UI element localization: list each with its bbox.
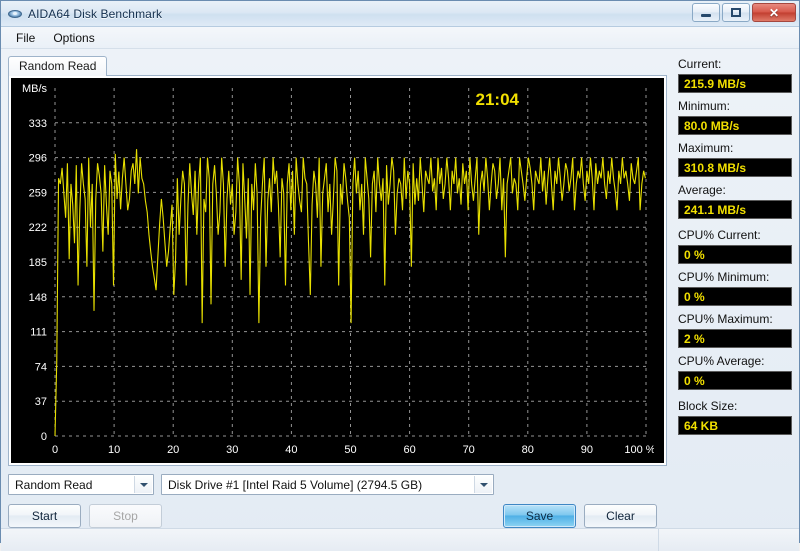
client-area: Random Read MB/s 0 37 74 111 148 185 222 259 296 3…: [1, 49, 799, 528]
chart-frame: MB/s 0 37 74 111 148 185 222 259 296 333 0 10 20 30 40 5…: [8, 76, 667, 466]
minimize-icon: [701, 14, 711, 17]
benchmark-mode-value: Random Read: [15, 477, 93, 492]
statistics-panel: Current: 215.9 MB/s Minimum: 80.0 MB/s M…: [667, 55, 792, 528]
tab-strip-filler: [107, 56, 667, 76]
close-icon: ✕: [768, 5, 780, 20]
svg-text:333: 333: [29, 118, 47, 130]
stat-value: 310.8 MB/s: [678, 158, 792, 177]
svg-text:222: 222: [29, 222, 47, 234]
maximize-icon: [731, 8, 741, 17]
svg-text:70: 70: [463, 444, 475, 456]
stat-label: Average:: [678, 183, 726, 197]
benchmark-chart: MB/s 0 37 74 111 148 185 222 259 296 333 0 10 20 30 40 5…: [11, 78, 664, 463]
svg-text:80: 80: [522, 444, 534, 456]
svg-text:111: 111: [30, 327, 47, 339]
stat-label: CPU% Average:: [678, 354, 765, 368]
svg-text:10: 10: [108, 444, 120, 456]
tab-random-read[interactable]: Random Read: [8, 56, 108, 76]
svg-text:185: 185: [29, 257, 47, 269]
stat-maximum: Maximum: 310.8 MB/s: [678, 139, 792, 177]
chart-column: Random Read MB/s 0 37 74 111 148 185 222 259 296 3…: [8, 55, 667, 528]
svg-text:40: 40: [285, 444, 297, 456]
svg-text:0: 0: [52, 444, 58, 456]
svg-text:60: 60: [403, 444, 415, 456]
stat-label: Minimum:: [678, 99, 731, 113]
drive-select-value: Disk Drive #1 [Intel Raid 5 Volume] (279…: [168, 477, 423, 492]
stat-label: CPU% Current:: [678, 228, 761, 242]
start-button[interactable]: Start: [8, 504, 81, 528]
stat-value: 80.0 MB/s: [678, 116, 792, 135]
svg-text:37: 37: [35, 396, 47, 408]
svg-text:296: 296: [29, 153, 47, 165]
menu-item-options[interactable]: Options: [44, 29, 103, 47]
chevron-down-icon[interactable]: [474, 476, 492, 493]
stat-value: 64 KB: [678, 416, 792, 435]
benchmark-mode-select[interactable]: Random Read: [8, 474, 154, 495]
status-segment-left: [1, 529, 658, 551]
minimize-button[interactable]: [692, 3, 720, 22]
chevron-down-icon[interactable]: [134, 476, 152, 493]
svg-text:20: 20: [167, 444, 179, 456]
svg-text:50: 50: [344, 444, 356, 456]
svg-text:MB/s: MB/s: [22, 83, 48, 95]
stat-average: Average: 241.1 MB/s: [678, 181, 792, 219]
stat-block-size: Block Size: 64 KB: [678, 397, 792, 435]
stat-label: CPU% Maximum:: [678, 312, 773, 326]
menu-bar: File Options: [1, 27, 799, 49]
stat-cpu-current: CPU% Current: 0 %: [678, 226, 792, 264]
maximize-button[interactable]: [722, 3, 750, 22]
stat-label: Current:: [678, 57, 722, 71]
controls-area: Random Read Disk Drive #1 [Intel Raid 5 …: [8, 466, 667, 528]
save-button[interactable]: Save: [503, 504, 576, 528]
status-bar: [1, 528, 799, 551]
aida64-disk-benchmark-window: AIDA64 Disk Benchmark ✕ File Options Ran…: [0, 0, 800, 551]
stat-label: CPU% Minimum:: [678, 270, 770, 284]
clear-button[interactable]: Clear: [584, 504, 657, 528]
menu-item-file[interactable]: File: [7, 29, 44, 47]
drive-select[interactable]: Disk Drive #1 [Intel Raid 5 Volume] (279…: [161, 474, 494, 495]
svg-text:259: 259: [29, 187, 47, 199]
svg-text:74: 74: [35, 361, 47, 373]
title-bar: AIDA64 Disk Benchmark ✕: [1, 1, 799, 27]
stat-minimum: Minimum: 80.0 MB/s: [678, 97, 792, 135]
close-button[interactable]: ✕: [752, 3, 796, 22]
stat-value: 0 %: [678, 287, 792, 306]
disk-icon: [7, 6, 23, 22]
stat-cpu-average: CPU% Average: 0 %: [678, 352, 792, 390]
window-buttons: ✕: [692, 3, 796, 22]
stat-value: 215.9 MB/s: [678, 74, 792, 93]
svg-text:100 %: 100 %: [624, 444, 654, 456]
svg-text:30: 30: [226, 444, 238, 456]
stat-value: 241.1 MB/s: [678, 200, 792, 219]
stat-label: Maximum:: [678, 141, 734, 155]
stop-button[interactable]: Stop: [89, 504, 162, 528]
tab-strip: Random Read: [8, 55, 667, 76]
svg-text:0: 0: [41, 431, 47, 443]
svg-text:90: 90: [581, 444, 593, 456]
status-segment-right: [659, 529, 799, 551]
stat-label: Block Size:: [678, 399, 738, 413]
button-row: Start Stop Save Clear: [8, 504, 667, 528]
stat-current: Current: 215.9 MB/s: [678, 55, 792, 93]
stat-value: 2 %: [678, 329, 792, 348]
stat-value: 0 %: [678, 371, 792, 390]
window-title: AIDA64 Disk Benchmark: [28, 6, 163, 21]
selector-row: Random Read Disk Drive #1 [Intel Raid 5 …: [8, 474, 667, 495]
stat-cpu-minimum: CPU% Minimum: 0 %: [678, 268, 792, 306]
chart-canvas: MB/s 0 37 74 111 148 185 222 259 296 333 0 10 20 30 40 5…: [11, 78, 654, 462]
stat-value: 0 %: [678, 245, 792, 264]
stat-cpu-maximum: CPU% Maximum: 2 %: [678, 310, 792, 348]
svg-text:148: 148: [29, 292, 47, 304]
